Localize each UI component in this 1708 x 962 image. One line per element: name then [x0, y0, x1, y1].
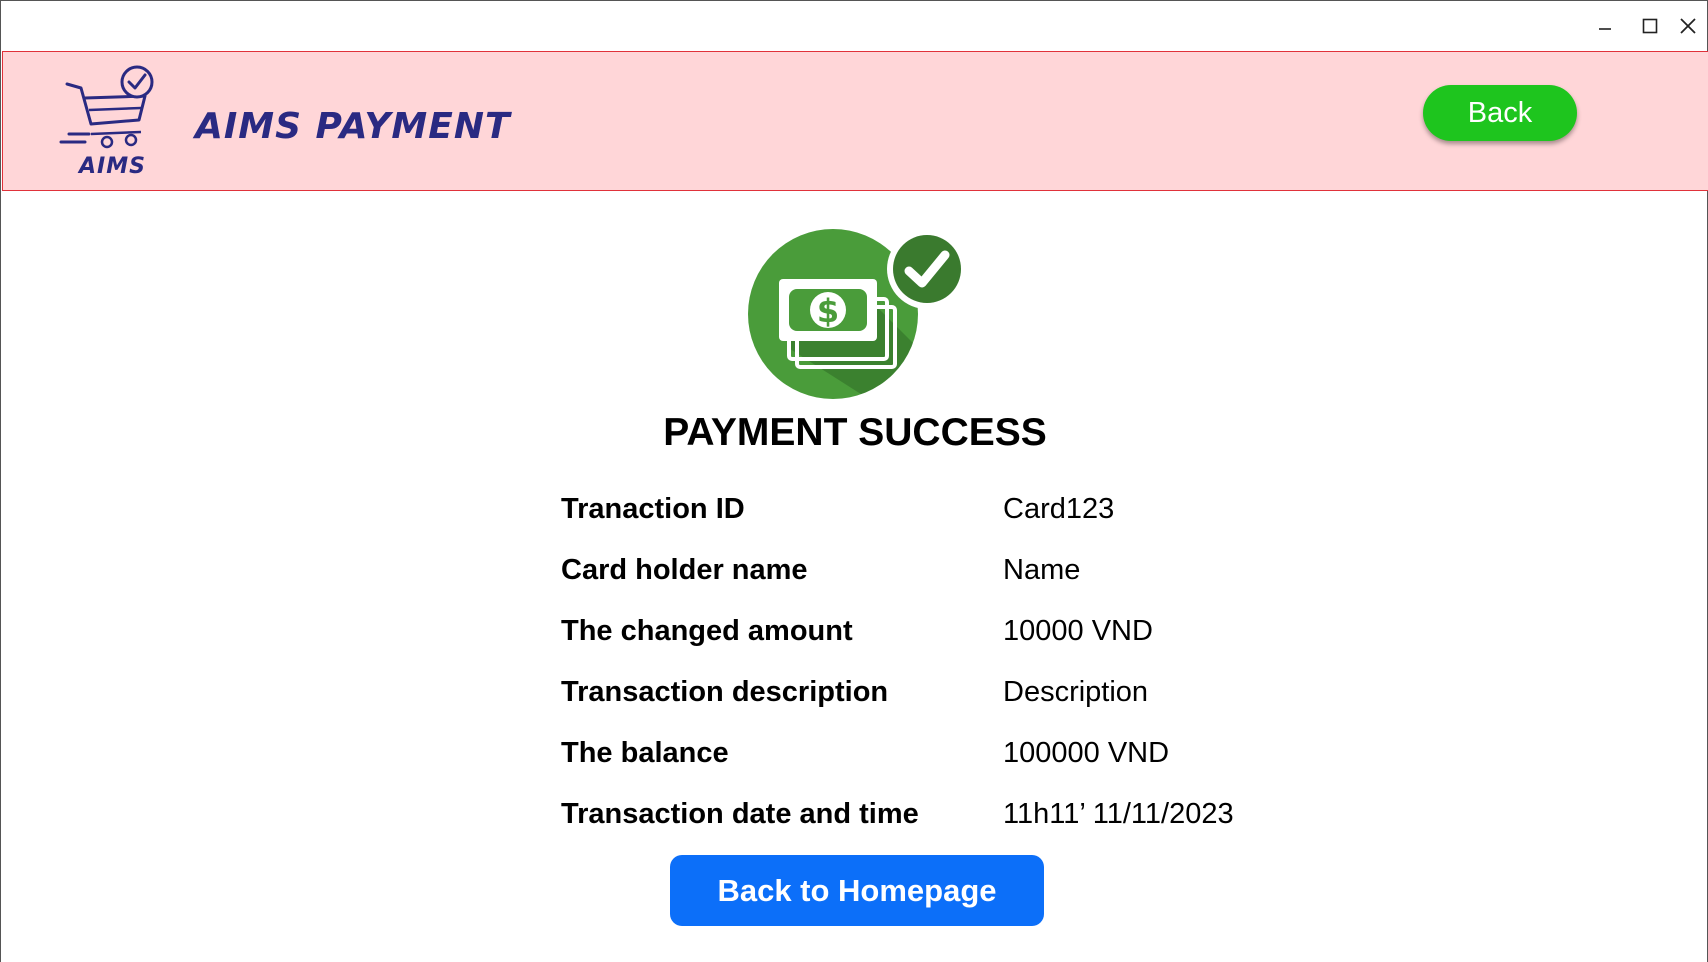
detail-value: 11h11’ 11/11/2023 [1003, 798, 1234, 830]
aims-logo: AIMS [59, 62, 159, 182]
detail-value: Description [1003, 676, 1149, 708]
detail-label: Card holder name [561, 554, 808, 586]
detail-value: 100000 VND [1003, 737, 1170, 769]
close-icon[interactable] [1673, 11, 1703, 41]
detail-row-card-holder: Card holder name Name [561, 554, 1261, 594]
detail-label: The changed amount [561, 615, 853, 647]
detail-value: Name [1003, 554, 1081, 586]
back-button[interactable]: Back [1423, 85, 1577, 141]
svg-text:$: $ [817, 292, 839, 330]
header-bar: AIMS AIMS PAYMENT Back [2, 51, 1708, 191]
maximize-icon[interactable] [1635, 11, 1665, 41]
detail-label: Transaction description [561, 676, 889, 708]
detail-row-transaction-id: Tranaction ID Card123 [561, 493, 1261, 533]
app-title: AIMS PAYMENT [195, 106, 511, 147]
detail-row-changed-amount: The changed amount 10000 VND [561, 615, 1261, 655]
detail-row-description: Transaction description Description [561, 676, 1261, 716]
app-window: AIMS AIMS PAYMENT Back $ PAYMENT SUCCESS… [0, 0, 1708, 962]
detail-row-balance: The balance 100000 VND [561, 737, 1261, 777]
detail-value: 10000 VND [1003, 615, 1153, 647]
back-to-homepage-button[interactable]: Back to Homepage [670, 855, 1044, 926]
money-check-icon: $ [747, 227, 969, 401]
detail-row-datetime: Transaction date and time 11h11’ 11/11/2… [561, 798, 1261, 838]
success-title: PAYMENT SUCCESS [1, 411, 1708, 455]
detail-label: Tranaction ID [561, 493, 745, 525]
success-title-text: PAYMENT SUCCESS [663, 411, 1047, 454]
detail-label: The balance [561, 737, 729, 769]
minimize-icon[interactable] [1590, 11, 1620, 41]
detail-label: Transaction date and time [561, 798, 919, 830]
logo-text: AIMS [79, 154, 146, 179]
title-bar [1, 1, 1708, 51]
cart-icon [59, 65, 154, 149]
detail-value: Card123 [1003, 493, 1115, 525]
